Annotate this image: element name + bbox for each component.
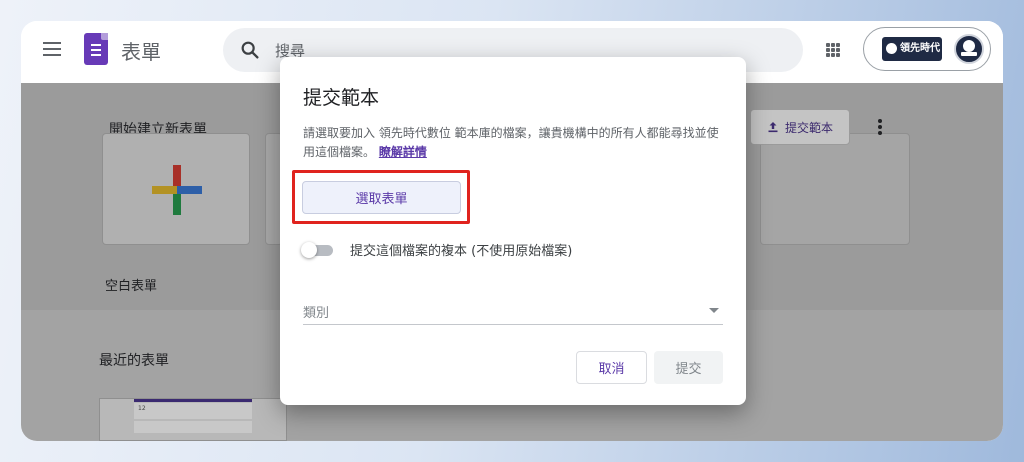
submit-template-button[interactable]: 提交範本: [750, 109, 850, 145]
cancel-button[interactable]: 取消: [576, 351, 647, 384]
category-label: 類別: [303, 306, 330, 321]
brand-logo: 領先時代: [882, 37, 942, 61]
search-icon: [241, 41, 259, 59]
choose-form-button[interactable]: 選取表單: [302, 181, 461, 214]
submit-template-label: 提交範本: [784, 120, 833, 135]
avatar[interactable]: [954, 34, 984, 64]
blank-form-label: 空白表單: [105, 279, 158, 294]
category-dropdown[interactable]: 類別: [303, 297, 723, 325]
recent-form-thumbnail[interactable]: 12: [99, 398, 287, 441]
thumb-number: 12: [134, 403, 252, 419]
upload-icon: [768, 122, 778, 133]
learn-more-link[interactable]: 瞭解詳情: [379, 145, 427, 159]
dialog-description: 請選取要加入 領先時代數位 範本庫的檔案，讓貴機構中的所有人都能尋找並使用這個檔…: [303, 124, 727, 162]
submit-button[interactable]: 提交: [654, 351, 723, 384]
template-card[interactable]: [760, 133, 910, 245]
dialog-title: 提交範本: [303, 87, 380, 109]
recent-section-title: 最近的表單: [99, 353, 169, 369]
more-options-icon[interactable]: [878, 119, 882, 135]
caret-down-icon: [709, 308, 719, 313]
plus-icon: [152, 165, 202, 215]
blank-form-card[interactable]: [102, 133, 250, 245]
dialog-description-text: 請選取要加入 領先時代數位 範本庫的檔案，讓貴機構中的所有人都能尋找並使用這個檔…: [303, 126, 719, 159]
copy-toggle[interactable]: [301, 242, 333, 258]
google-apps-icon[interactable]: [826, 43, 840, 57]
app-title: 表單: [121, 40, 161, 64]
hamburger-menu-icon[interactable]: [43, 42, 61, 56]
submit-template-dialog: 提交範本 請選取要加入 領先時代數位 範本庫的檔案，讓貴機構中的所有人都能尋找並…: [280, 57, 746, 405]
copy-toggle-label: 提交這個檔案的複本 (不使用原始檔案): [350, 244, 573, 259]
forms-logo-icon[interactable]: [84, 33, 108, 65]
account-switcher[interactable]: 領先時代: [863, 27, 991, 71]
